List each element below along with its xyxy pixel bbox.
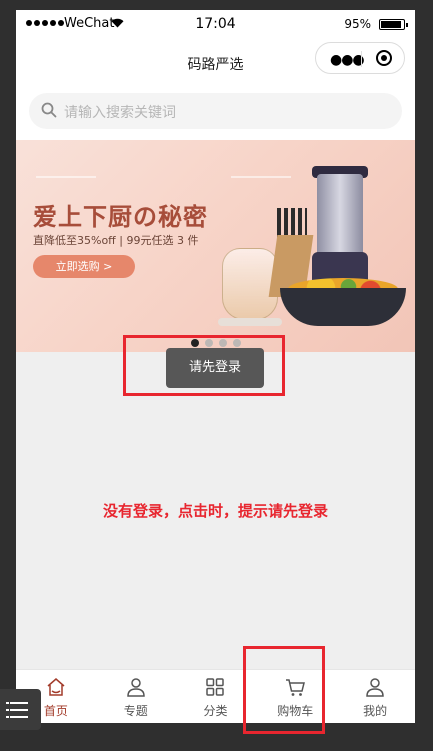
user-icon — [366, 678, 384, 697]
search-placeholder: 请输入搜索关键词 — [64, 105, 176, 121]
highlight-box-cart — [243, 646, 325, 734]
blender-jar-image — [317, 174, 363, 254]
wok-image — [280, 288, 406, 326]
banner-carousel[interactable]: 爱上下厨の秘密 直降低至35%off | 99元任选 3 件 立即选购 > — [16, 140, 415, 352]
banner-title: 爱上下厨の秘密 — [33, 203, 208, 231]
search-area: 请输入搜索关键词 — [16, 86, 415, 140]
tab-label: 专题 — [123, 704, 148, 718]
shop-now-button[interactable]: 立即选购 > — [33, 255, 135, 278]
annotation-text: 没有登录，点击时，提示请先登录 — [102, 502, 328, 520]
grid-icon — [206, 678, 225, 696]
knives-image — [277, 208, 307, 238]
banner-subtitle: 直降低至35%off | 99元任选 3 件 — [33, 234, 199, 247]
tab-bar: 首页 专题 分类 购物车 我的 — [16, 669, 415, 723]
highlight-box-toast — [123, 335, 285, 396]
tab-label: 我的 — [363, 704, 388, 718]
floating-menu-button[interactable] — [0, 689, 41, 730]
home-icon — [47, 678, 65, 696]
close-mini-program-icon[interactable] — [376, 50, 392, 66]
capsule-divider — [361, 51, 362, 67]
status-bar: WeChat 17:04 95% — [16, 10, 415, 42]
search-input[interactable]: 请输入搜索关键词 — [29, 93, 402, 129]
more-icon[interactable]: ●●● — [330, 52, 365, 68]
battery-percent: 95% — [344, 17, 371, 31]
search-icon — [41, 102, 57, 118]
navigation-bar: 码路严选 ●●● — [16, 42, 415, 86]
kettle-base-image — [218, 318, 282, 326]
tab-topics[interactable]: 专题 — [96, 670, 176, 723]
tab-mine[interactable]: 我的 — [335, 670, 415, 723]
mini-program-capsule: ●●● — [315, 42, 405, 74]
decor-lamp — [36, 140, 96, 178]
battery-icon — [379, 19, 408, 30]
decor-lamp — [231, 140, 291, 178]
person-icon — [126, 678, 145, 697]
